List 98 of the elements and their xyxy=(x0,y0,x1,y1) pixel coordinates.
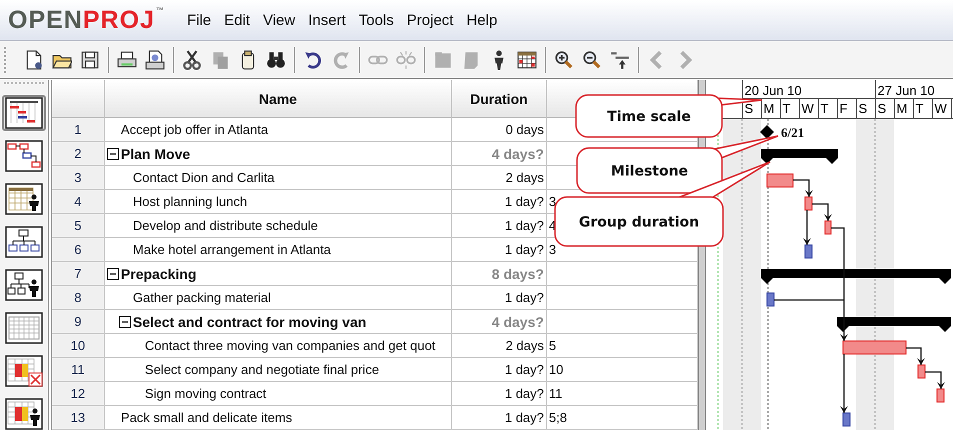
day-header: F xyxy=(838,99,857,118)
duration-cell: 1 day? xyxy=(452,190,547,214)
task-bar xyxy=(804,196,812,210)
duration-cell: 0 days xyxy=(452,118,547,142)
task-name: Contact three moving van companies and get quot xyxy=(144,338,436,353)
column-header[interactable]: Name xyxy=(104,80,452,118)
duration-cell: 1 day? xyxy=(452,286,547,310)
duration-cell: 1 day? xyxy=(452,358,547,382)
undo-icon[interactable] xyxy=(303,50,323,70)
app-logo: OPENPROJ™ xyxy=(8,6,165,34)
task-bar xyxy=(766,174,794,188)
week-header: 27 Jun 10 xyxy=(874,80,953,99)
day-header: W xyxy=(932,99,952,118)
collapse-icon[interactable] xyxy=(106,146,120,160)
task-bar xyxy=(842,340,906,354)
duration-cell: 4 days? xyxy=(452,310,547,334)
milestone-date: 6/21 xyxy=(780,125,804,140)
row-number: 6 xyxy=(52,238,105,262)
day-header: S xyxy=(876,99,895,118)
row-number: 13 xyxy=(52,406,105,430)
task-name: Contact Dion and Carlita xyxy=(132,170,275,185)
milestone-marker xyxy=(760,125,774,139)
task-bar xyxy=(766,292,774,306)
row-number: 10 xyxy=(52,334,105,358)
day-header: W xyxy=(800,99,819,118)
task-name: Prepacking xyxy=(120,266,196,282)
dependency-arrow xyxy=(906,347,925,365)
menu-item[interactable]: View xyxy=(262,12,296,28)
day-header: T xyxy=(780,99,800,118)
task-name: Gather packing material xyxy=(132,290,271,305)
task-name: Plan Move xyxy=(120,146,190,162)
task-bar xyxy=(842,412,850,426)
day-header: T xyxy=(818,99,838,118)
duration-cell: 1 day? xyxy=(452,382,547,406)
task-name: Pack small and delicate items xyxy=(120,410,292,425)
row-number: 4 xyxy=(52,190,105,214)
menu-item[interactable]: Tools xyxy=(358,12,394,28)
menu-item[interactable]: Help xyxy=(466,12,498,28)
callout-label: Milestone xyxy=(610,164,688,180)
collapse-icon[interactable] xyxy=(118,314,132,328)
duration-cell: 2 days xyxy=(452,166,547,190)
dependency-line xyxy=(774,299,844,301)
row-number: 12 xyxy=(52,382,105,406)
printer-icon[interactable] xyxy=(117,50,137,70)
zoom-out-icon[interactable] xyxy=(582,50,602,70)
callout-label: Time scale xyxy=(607,109,691,125)
zoom-in-icon[interactable] xyxy=(554,50,574,70)
duration-cell: 4 days? xyxy=(452,142,547,166)
task-bar xyxy=(936,388,944,402)
row-number: 9 xyxy=(52,310,105,334)
task-bar xyxy=(917,364,926,378)
task-name: Host planning lunch xyxy=(132,194,248,209)
task-bar xyxy=(824,220,832,234)
row-number: 2 xyxy=(52,142,105,166)
duration-cell: 2 days xyxy=(452,334,547,358)
bar-arrow-icon[interactable] xyxy=(610,50,630,70)
row-number: 1 xyxy=(52,118,105,142)
duration-cell: 1 day? xyxy=(452,406,547,430)
task-bar xyxy=(804,244,812,258)
calendar-icon[interactable] xyxy=(517,50,537,70)
menu-item[interactable]: Edit xyxy=(224,12,250,28)
column-header[interactable]: Duration xyxy=(452,80,547,118)
row-number: 11 xyxy=(52,358,105,382)
menu-item[interactable]: Insert xyxy=(308,12,346,28)
row-number: 8 xyxy=(52,286,105,310)
duration-cell: 1 day? xyxy=(452,238,547,262)
day-header: M xyxy=(894,99,914,118)
save-icon[interactable] xyxy=(80,50,100,70)
task-name: Select company and negotiate final price xyxy=(144,362,380,377)
table-cell: 5 xyxy=(546,334,698,358)
row-number: 3 xyxy=(52,166,105,190)
new-file-icon[interactable] xyxy=(24,50,44,70)
duration-cell: 1 day? xyxy=(452,214,547,238)
table-cell: 11 xyxy=(546,382,698,406)
task-name: Sign moving contract xyxy=(144,386,266,401)
dependency-arrow xyxy=(792,179,813,197)
menu-item[interactable]: File xyxy=(186,12,212,28)
scissors-icon[interactable] xyxy=(182,50,202,70)
task-name: Develop and distribute schedule xyxy=(132,218,318,233)
row-number: 7 xyxy=(52,262,105,286)
task-name: Accept job offer in Atlanta xyxy=(120,122,268,137)
print-preview-icon[interactable] xyxy=(145,50,165,70)
table-cell: 10 xyxy=(546,358,698,382)
task-name: Select and contract for moving van xyxy=(132,314,366,330)
duration-cell: 8 days? xyxy=(452,262,547,286)
task-name: Make hotel arrangement in Atlanta xyxy=(132,242,331,257)
day-header: T xyxy=(914,99,933,118)
menu-item[interactable]: Project xyxy=(406,12,454,28)
day-header: S xyxy=(856,99,876,118)
gantt-view-icon[interactable] xyxy=(2,94,46,131)
row-number: 5 xyxy=(52,214,105,238)
callout-label: Group duration xyxy=(578,214,700,230)
dependency-arrow xyxy=(924,371,945,389)
dependency-arrow xyxy=(840,354,848,413)
header-cell xyxy=(52,80,105,118)
collapse-icon[interactable] xyxy=(106,266,120,280)
binoculars-icon[interactable] xyxy=(266,50,286,70)
table-cell: 5;8 xyxy=(546,406,698,430)
